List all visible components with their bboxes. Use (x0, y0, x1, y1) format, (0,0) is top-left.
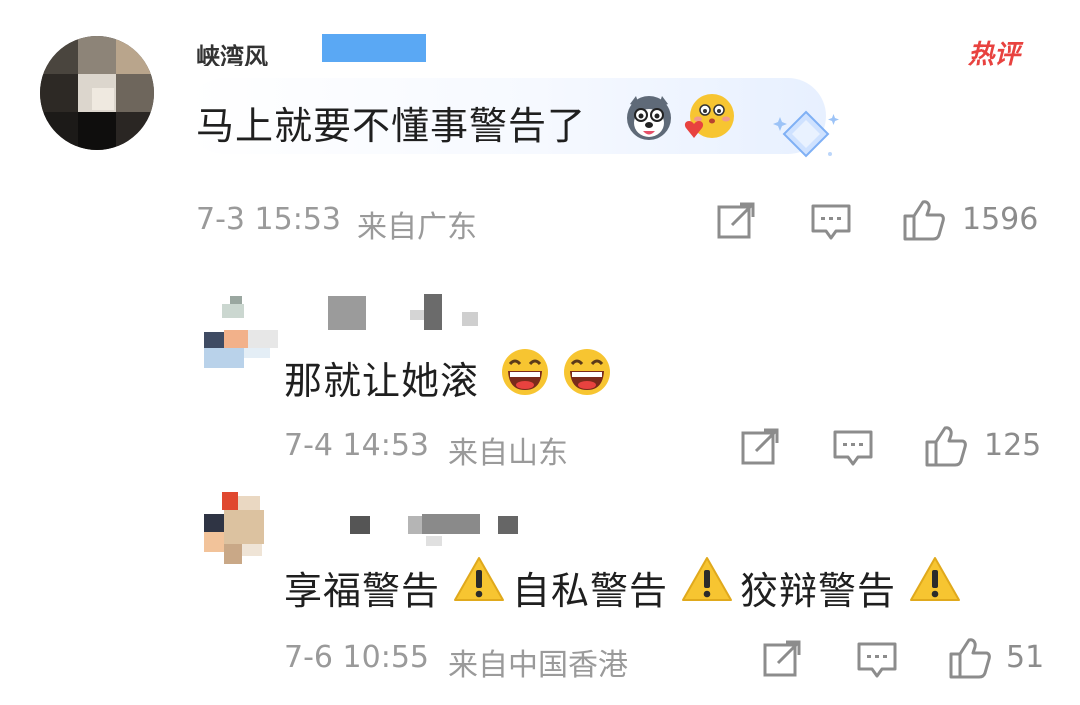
comment-1: 峡湾风 热评 马上就要不懂事警告了 7-3 15:53 来自广东 1596 (0, 0, 1080, 260)
comment-3: 享福警告 自私警告 狡辩警告 7-6 10:55 来自中国香港 51 (0, 482, 1080, 705)
hot-comment-badge: 热评 (968, 40, 1021, 70)
thumbs-up-icon[interactable] (948, 636, 992, 680)
share-icon[interactable] (740, 427, 780, 467)
comment-location: 来自中国香港 (448, 648, 628, 683)
comment-date: 7-3 15:53 (196, 202, 341, 237)
warning-emoji (454, 557, 504, 601)
laughing-emoji (502, 349, 548, 395)
author-name-blur (328, 292, 488, 332)
husky-emoji (627, 96, 671, 140)
comment-segment: 狡辩警告 (740, 569, 897, 613)
like-count: 125 (984, 428, 1042, 463)
share-icon[interactable] (762, 639, 802, 679)
comment-date: 7-4 14:53 (284, 428, 429, 463)
comment-icon[interactable] (810, 202, 852, 242)
comment-text: 那就让她滚 (284, 359, 480, 403)
laughing-emoji (564, 349, 610, 395)
author-name-blur (350, 512, 520, 548)
comment-2: 那就让她滚 7-4 14:53 来自山东 125 (0, 270, 1080, 471)
share-icon[interactable] (716, 201, 756, 241)
avatar-2[interactable] (204, 290, 278, 368)
warning-emoji (682, 557, 732, 601)
heart-blush-emoji (684, 94, 734, 138)
comment-segment: 享福警告 (284, 569, 441, 613)
author-name-blur (322, 34, 426, 62)
comment-date: 7-6 10:55 (284, 640, 429, 675)
like-count: 1596 (962, 202, 1039, 237)
comment-segment: 自私警告 (512, 569, 669, 613)
comment-location: 来自广东 (357, 210, 477, 245)
diamond-sparkle-icon (773, 110, 839, 158)
avatar-1[interactable] (40, 36, 154, 150)
warning-emoji (910, 557, 960, 601)
thumbs-up-icon[interactable] (924, 424, 968, 468)
thumbs-up-icon[interactable] (902, 198, 946, 242)
comment-icon[interactable] (856, 640, 898, 680)
like-count: 51 (1006, 640, 1045, 675)
comment-location: 来自山东 (448, 436, 568, 471)
author-name[interactable]: 峡湾风 (196, 36, 268, 66)
avatar-3[interactable] (204, 492, 264, 572)
comment-icon[interactable] (832, 428, 874, 468)
comment-text: 马上就要不懂事警告了 (196, 104, 587, 148)
